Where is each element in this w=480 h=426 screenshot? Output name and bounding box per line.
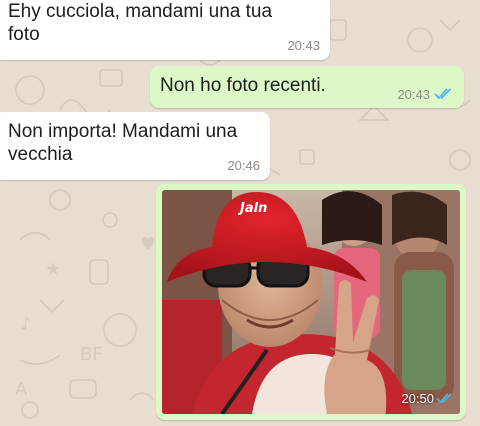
photo-image: Jaln	[162, 190, 460, 414]
double-check-icon	[434, 88, 452, 100]
double-check-icon	[436, 393, 452, 404]
message-timestamp: 20:46	[227, 158, 260, 173]
message-timestamp: 20:50	[401, 391, 434, 406]
message-incoming[interactable]: Non importa! Mandami una vecchia 20:46	[0, 112, 270, 180]
chat-conversation[interactable]: Ehy cucciola, mandami una tua foto 20:43…	[0, 0, 480, 426]
message-text: Ehy cucciola, mandami una tua foto	[8, 1, 273, 45]
message-text: Non ho foto recenti.	[160, 75, 326, 96]
photo-attachment[interactable]: Jaln 20:50	[162, 190, 460, 414]
message-text: Non importa! Mandami una vecchia	[8, 121, 238, 165]
message-timestamp: 20:43	[287, 38, 320, 53]
message-timestamp: 20:43	[397, 87, 430, 102]
message-incoming[interactable]: Ehy cucciola, mandami una tua foto 20:43	[0, 0, 330, 60]
hat-logo-text: Jaln	[237, 201, 267, 216]
message-outgoing[interactable]: Non ho foto recenti. 20:43	[150, 66, 464, 108]
